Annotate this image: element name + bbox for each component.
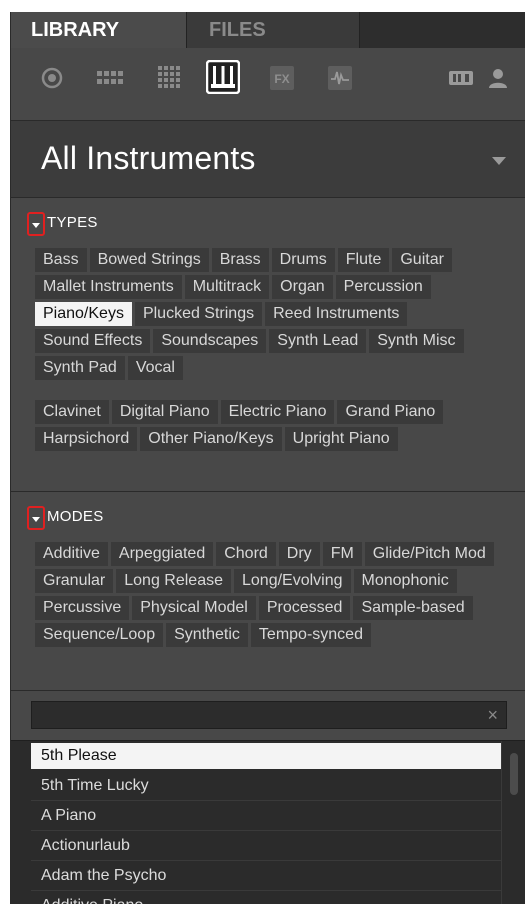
result-item[interactable]: A Piano [31,801,501,831]
type-tag[interactable]: Percussion [335,275,431,299]
subtype-tag[interactable]: Digital Piano [111,400,218,424]
subtype-tag[interactable]: Harpsichord [35,427,138,451]
mode-tag[interactable]: Sequence/Loop [35,623,164,647]
mode-tag[interactable]: Tempo-synced [250,623,371,647]
result-item[interactable]: Additive Piano [31,891,501,904]
mode-tag[interactable]: Dry [278,542,320,566]
type-tag[interactable]: Synth Lead [269,329,367,353]
sounds-icon[interactable] [95,63,125,93]
type-tag[interactable]: Synth Pad [35,356,125,380]
tab-bar: LIBRARY FILES [11,12,525,48]
subtype-tag[interactable]: Electric Piano [220,400,335,424]
mode-tag[interactable]: FM [322,542,362,566]
results-list: Additive PianoAdam the PsychoActionurlau… [11,740,525,904]
types-label: TYPES [47,214,98,231]
type-tag[interactable]: Organ [272,275,333,299]
type-tag[interactable]: Piano/Keys [35,302,132,326]
instrument-type-selector[interactable]: All Instruments [11,120,525,198]
result-item[interactable]: 5th Please [31,743,501,769]
chevron-down-icon [492,157,506,165]
section-divider [11,491,525,492]
type-tag[interactable]: Reed Instruments [265,302,408,326]
patterns-icon[interactable] [155,63,185,93]
mode-tag[interactable]: Physical Model [132,596,256,620]
scrollbar-thumb[interactable] [510,753,518,795]
type-tag[interactable]: Bass [35,248,87,272]
mode-tag[interactable]: Additive [35,542,108,566]
fx-label: FX [274,72,289,86]
mode-tag[interactable]: Percussive [35,596,130,620]
mode-tag[interactable]: Monophonic [353,569,457,593]
type-tag[interactable]: Soundscapes [153,329,267,353]
subtype-tag[interactable]: Other Piano/Keys [140,427,282,451]
instruments-icon[interactable] [205,59,241,95]
type-tag[interactable]: Mallet Instruments [35,275,182,299]
subtype-tag[interactable]: Upright Piano [284,427,398,451]
result-item[interactable]: Adam the Psycho [31,861,501,891]
type-tag[interactable]: Drums [271,248,335,272]
scrollbar[interactable] [501,741,525,904]
result-item[interactable]: Actionurlaub [31,831,501,861]
mode-tag[interactable]: Granular [35,569,114,593]
user-content-icon[interactable] [446,63,476,93]
search-box: × [31,701,507,729]
modes-section-header: MODES [11,506,525,530]
type-tag[interactable]: Synth Misc [369,329,464,353]
search-input[interactable] [38,705,478,725]
group-icon[interactable] [37,63,67,93]
type-tag[interactable]: Bowed Strings [89,248,209,272]
type-tag[interactable]: Vocal [127,356,183,380]
mode-tag[interactable]: Long/Evolving [234,569,351,593]
subtypes-tag-list: Clavinet Digital Piano Electric Piano Grand… [35,400,520,454]
subtype-tag[interactable]: Clavinet [35,400,109,424]
page-title: All Instruments [41,140,256,176]
mode-tag[interactable]: Chord [216,542,276,566]
user-icon[interactable] [483,63,513,93]
tab-files[interactable]: FILES [186,12,360,48]
modes-tag-list: Additive Arpeggiated Chord Dry FM Glide/Pitch… [35,542,520,650]
mode-tag[interactable]: Long Release [116,569,231,593]
type-tag[interactable]: Sound Effects [35,329,151,353]
library-panel: LIBRARY FILES FX All Instruments TYPES B… [10,12,525,904]
type-tag[interactable]: Multitrack [184,275,270,299]
samples-icon[interactable] [325,63,355,93]
type-tag[interactable]: Flute [337,248,390,272]
type-tag[interactable]: Brass [211,248,269,272]
close-icon[interactable]: × [487,705,498,725]
types-tag-list: Bass Bowed Strings Brass Drums Flute Guitar Ma… [35,248,520,383]
mode-tag[interactable]: Sample-based [353,596,473,620]
search-bar: × [11,690,525,740]
modes-collapse-toggle-icon[interactable] [27,506,45,530]
mode-tag[interactable]: Synthetic [166,623,248,647]
content-type-toolbar: FX [11,48,525,120]
effects-icon[interactable]: FX [267,63,297,93]
mode-tag[interactable]: Arpeggiated [110,542,214,566]
type-tag[interactable]: Guitar [392,248,452,272]
type-tag[interactable]: Plucked Strings [134,302,263,326]
subtype-tag[interactable]: Grand Piano [337,400,444,424]
tab-library[interactable]: LIBRARY [11,12,186,48]
mode-tag[interactable]: Glide/Pitch Mod [364,542,494,566]
mode-tag[interactable]: Processed [258,596,351,620]
types-collapse-toggle-icon[interactable] [27,212,45,236]
types-section-header: TYPES [11,212,525,236]
modes-label: MODES [47,508,104,525]
result-item[interactable]: 5th Time Lucky [31,771,501,801]
